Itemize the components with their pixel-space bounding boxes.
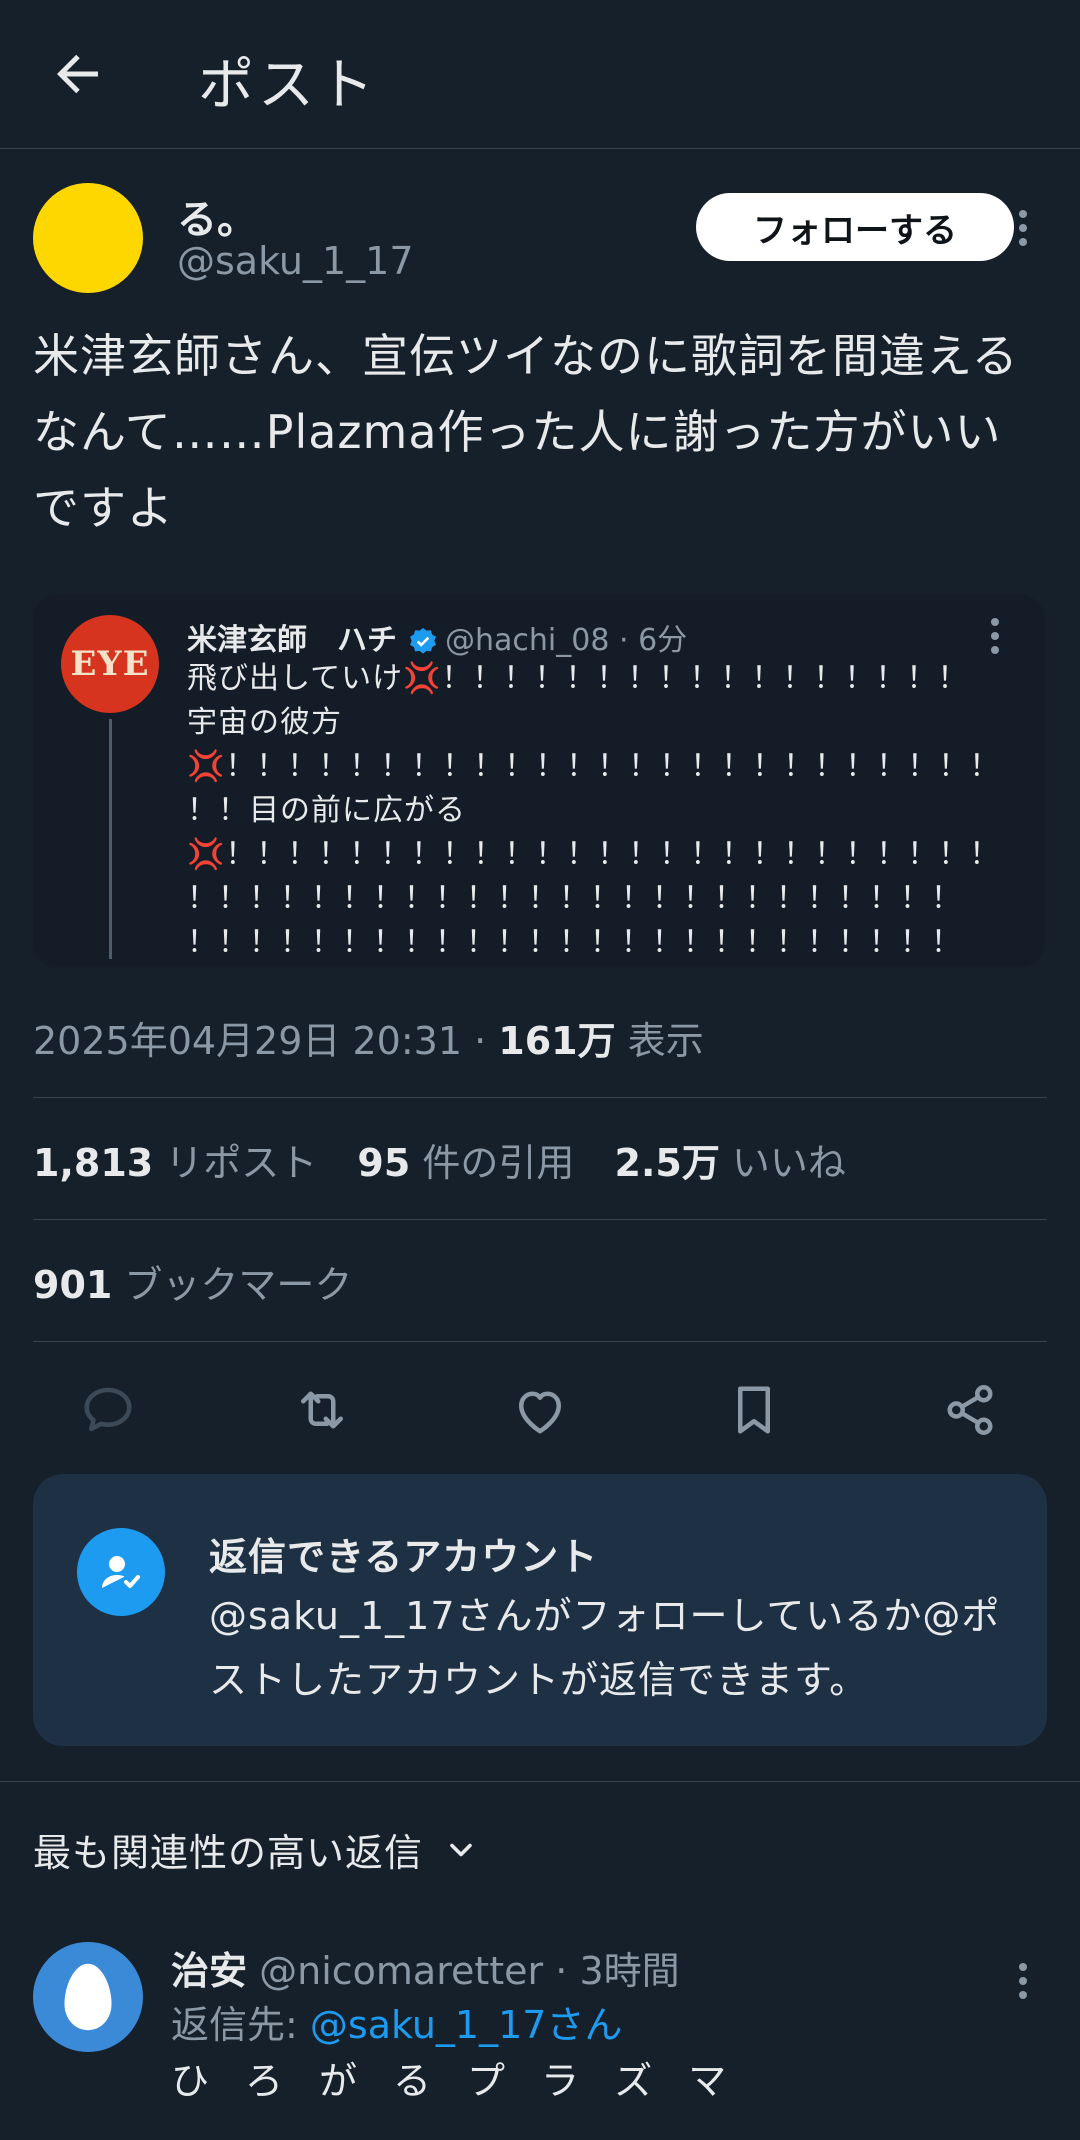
quoted-handle[interactable]: @hachi_08: [445, 623, 609, 658]
reposts-stat[interactable]: 1,813 リポスト: [33, 1141, 317, 1185]
divider: [33, 1341, 1047, 1342]
reposts-label: リポスト: [165, 1141, 318, 1185]
reply-sort-label: 最も関連性の高い返信: [33, 1831, 424, 1875]
likes-stat[interactable]: 2.5万 いいね: [615, 1141, 846, 1185]
post-datetime: 2025年04月29日 20:31: [33, 1019, 463, 1063]
follow-button[interactable]: フォローする: [696, 193, 1014, 261]
post-text: 米津玄師さん、宣伝ツイなのに歌詞を間違えるなんて……Plazma作った人に謝った…: [33, 329, 1019, 535]
avatar[interactable]: [33, 183, 143, 293]
separator: ·: [618, 623, 629, 658]
engagement-stats: 1,813 リポスト 95 件の引用 2.5万 いいね: [33, 1132, 846, 1187]
like-icon[interactable]: [510, 1380, 570, 1440]
views-label: 表示: [627, 1019, 704, 1063]
quoted-avatar[interactable]: EYE: [61, 615, 159, 713]
views-count: 161万: [498, 1019, 616, 1063]
reply-sort-dropdown[interactable]: 最も関連性の高い返信: [33, 1822, 479, 1877]
post-author: る。 @saku_1_17 フォローする: [33, 183, 1073, 293]
more-options-icon[interactable]: [1013, 207, 1033, 251]
quoted-time: 6分: [638, 623, 688, 658]
page-title: ポスト: [198, 53, 378, 118]
user-check-glyph: [102, 1556, 140, 1588]
chevron-down-icon: [450, 1843, 472, 1856]
reply-more-icon[interactable]: [1013, 1960, 1033, 2004]
bookmarks-count: 901: [33, 1263, 113, 1307]
top-bar: ポスト: [0, 0, 1080, 149]
author-name[interactable]: る。: [177, 187, 257, 245]
user-check-icon: [77, 1528, 165, 1616]
quotes-label: 件の引用: [422, 1141, 575, 1185]
reply-to-label: 返信先:: [171, 2003, 298, 2047]
reply-to: 返信先: @saku_1_17さん: [171, 1994, 622, 2049]
reply-item[interactable]: 治安 @nicomaretter · 3時間 返信先: @saku_1_17さん…: [33, 1940, 1073, 2140]
thread-line: [109, 719, 112, 959]
bookmark-icon[interactable]: [724, 1380, 784, 1440]
verified-badge-icon: [410, 627, 436, 654]
likes-count: 2.5万: [614, 1141, 720, 1185]
quotes-stat[interactable]: 95 件の引用: [357, 1141, 574, 1185]
reply-author-name[interactable]: 治安: [171, 1949, 247, 1993]
reply-restriction-notice: 返信できるアカウント @saku_1_17さんがフォローしているか@ポストしたア…: [33, 1474, 1047, 1746]
separator: ·: [555, 1949, 568, 1993]
share-icon[interactable]: [940, 1380, 1000, 1440]
divider: [33, 1219, 1047, 1220]
reply-restriction-title: 返信できるアカウント: [209, 1535, 599, 1579]
reply-restriction-body: @saku_1_17さんがフォローしているか@ポストしたアカウントが返信できます…: [209, 1594, 1001, 1702]
bookmarks-label: ブックマーク: [124, 1263, 353, 1307]
quotes-count: 95: [357, 1141, 411, 1185]
reply-icon[interactable]: [78, 1380, 138, 1440]
reply-time: 3時間: [579, 1949, 680, 1993]
action-bar: [0, 1370, 1080, 1450]
quoted-text: 飛び出していけ💢！！！！！！！！！！！！！！！！！ 宇宙の彼方 💢！！！！！！！…: [187, 661, 1001, 960]
separator: ·: [474, 1019, 487, 1063]
egg-icon: [64, 1963, 112, 2031]
likes-label: いいね: [731, 1141, 846, 1185]
reposts-count: 1,813: [33, 1141, 154, 1185]
post-meta: 2025年04月29日 20:31 · 161万 表示: [33, 1010, 704, 1065]
reply-header: 治安 @nicomaretter · 3時間: [171, 1940, 680, 1995]
quoted-header: 米津玄師 ハチ @hachi_08 · 6分: [187, 615, 687, 659]
quoted-author-name[interactable]: 米津玄師 ハチ: [187, 623, 397, 658]
author-handle[interactable]: @saku_1_17: [177, 239, 414, 283]
avatar[interactable]: [33, 1942, 143, 2052]
divider: [33, 1097, 1047, 1098]
reply-handle[interactable]: @nicomaretter: [259, 1949, 543, 1993]
reply-to-link[interactable]: @saku_1_17さん: [310, 2003, 623, 2047]
bookmarks-stat[interactable]: 901 ブックマーク: [33, 1254, 352, 1309]
reply-text: ひろがるプラズマ: [171, 2059, 763, 2103]
divider: [0, 1781, 1080, 1782]
quoted-more-icon[interactable]: [985, 615, 1005, 659]
arrow-left-icon[interactable]: [48, 44, 108, 104]
quoted-post[interactable]: EYE 米津玄師 ハチ @hachi_08 · 6分 飛び出していけ💢！！！！！！…: [33, 595, 1045, 967]
repost-icon[interactable]: [292, 1380, 352, 1440]
